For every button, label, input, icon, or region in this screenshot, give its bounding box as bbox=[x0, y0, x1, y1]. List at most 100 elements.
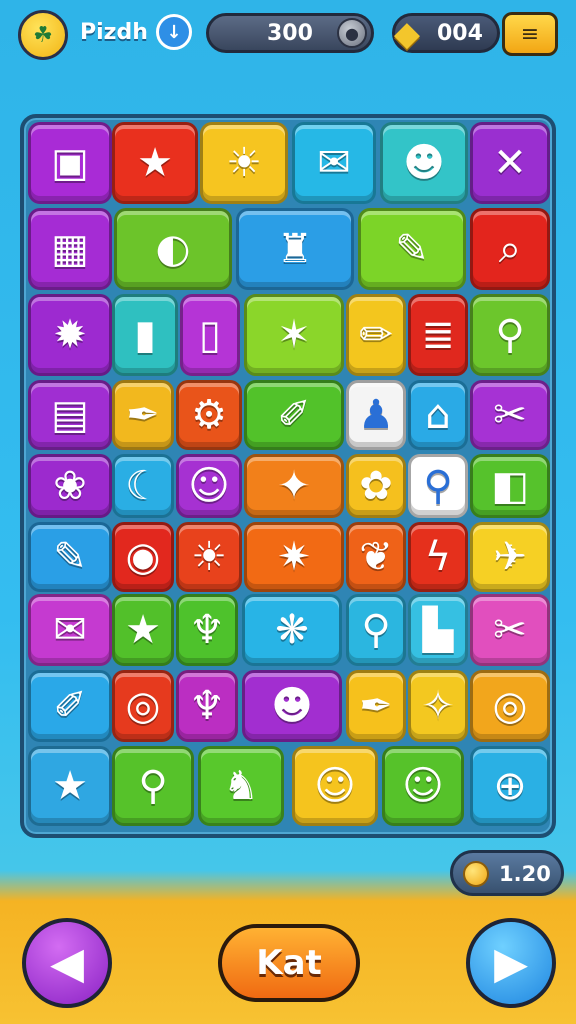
tile-r2c5[interactable]: ⌕ bbox=[470, 208, 550, 290]
tile-r1c2[interactable]: ★ bbox=[112, 122, 198, 204]
top-bar: ☘ Pizdh ↓ 300 ● ◆ 004 ≡ bbox=[0, 0, 576, 72]
tile-icon: ✧ bbox=[421, 683, 455, 729]
tile-r9c5[interactable]: ☺ bbox=[382, 746, 464, 826]
tile-r5c2[interactable]: ☾ bbox=[112, 454, 174, 518]
tile-r2c2[interactable]: ◐ bbox=[114, 208, 232, 290]
tile-icon: ✉ bbox=[317, 140, 351, 186]
tile-r6c2[interactable]: ◉ bbox=[112, 522, 174, 592]
tile-r6c1[interactable]: ✎ bbox=[28, 522, 112, 592]
tile-r2c4[interactable]: ✎ bbox=[358, 208, 466, 290]
tile-r6c4[interactable]: ✷ bbox=[244, 522, 344, 592]
tile-r9c2[interactable]: ⚲ bbox=[112, 746, 194, 826]
next-button[interactable]: ▶ bbox=[466, 918, 556, 1008]
tile-r8c5[interactable]: ✒ bbox=[346, 670, 406, 742]
tile-r3c1[interactable]: ✹ bbox=[28, 294, 112, 376]
tile-r1c5[interactable]: ☻ bbox=[380, 122, 468, 204]
tile-r7c6[interactable]: ▙ bbox=[408, 594, 468, 666]
tile-r3c6[interactable]: ≣ bbox=[408, 294, 468, 376]
tile-icon: ◐ bbox=[155, 226, 191, 272]
previous-button[interactable]: ◀ bbox=[22, 918, 112, 1008]
tile-icon: ✹ bbox=[53, 312, 87, 358]
tile-icon: ✂ bbox=[493, 392, 527, 438]
tile-icon: ≣ bbox=[421, 312, 455, 358]
tile-r4c7[interactable]: ✂ bbox=[470, 380, 550, 450]
tile-r7c7[interactable]: ✂ bbox=[470, 594, 550, 666]
tile-icon: ◎ bbox=[125, 683, 161, 729]
tile-icon: ⚙ bbox=[191, 392, 227, 438]
tile-r3c7[interactable]: ⚲ bbox=[470, 294, 550, 376]
tile-r4c6[interactable]: ⌂ bbox=[408, 380, 468, 450]
tile-r8c6[interactable]: ✧ bbox=[408, 670, 468, 742]
tile-icon: ⌂ bbox=[425, 392, 451, 438]
tile-r1c3[interactable]: ☀ bbox=[200, 122, 288, 204]
tile-r2c1[interactable]: ▦ bbox=[28, 208, 112, 290]
tile-icon: ☾ bbox=[125, 463, 161, 509]
tile-r1c6[interactable]: ✕ bbox=[470, 122, 550, 204]
tile-r1c1[interactable]: ▣ bbox=[28, 122, 112, 204]
tile-r8c2[interactable]: ◎ bbox=[112, 670, 174, 742]
tile-r7c5[interactable]: ⚲ bbox=[346, 594, 406, 666]
tile-icon: ✷ bbox=[277, 534, 311, 580]
tile-icon: ★ bbox=[125, 607, 161, 653]
tile-r6c5[interactable]: ❦ bbox=[346, 522, 406, 592]
tile-icon: ♜ bbox=[277, 226, 313, 272]
tile-r8c4[interactable]: ☻ bbox=[242, 670, 342, 742]
tile-r6c7[interactable]: ✈ bbox=[470, 522, 550, 592]
tile-r3c3[interactable]: ▯ bbox=[180, 294, 240, 376]
tile-r5c1[interactable]: ❀ bbox=[28, 454, 112, 518]
score-counter: 300 ● bbox=[206, 13, 374, 53]
tile-r7c1[interactable]: ✉ bbox=[28, 594, 112, 666]
tile-icon: ✒ bbox=[126, 392, 160, 438]
tile-r4c1[interactable]: ▤ bbox=[28, 380, 112, 450]
coin-icon bbox=[463, 861, 489, 887]
tile-icon: ♆ bbox=[189, 683, 225, 729]
tile-r4c5[interactable]: ♟ bbox=[346, 380, 406, 450]
tile-r9c4[interactable]: ☺ bbox=[292, 746, 378, 826]
menu-button[interactable]: ≡ bbox=[502, 12, 558, 56]
tile-r8c3[interactable]: ♆ bbox=[176, 670, 238, 742]
tile-icon: ☀ bbox=[191, 534, 227, 580]
tile-icon: ★ bbox=[52, 763, 88, 809]
tile-icon: ☀ bbox=[226, 140, 262, 186]
tile-r3c5[interactable]: ✏ bbox=[346, 294, 406, 376]
tile-r7c2[interactable]: ★ bbox=[112, 594, 174, 666]
tile-icon: ♟ bbox=[358, 392, 394, 438]
tile-icon: ◧ bbox=[491, 463, 529, 509]
tile-icon: ⚲ bbox=[495, 312, 525, 358]
tile-r9c3[interactable]: ♞ bbox=[198, 746, 284, 826]
tile-r7c4[interactable]: ❋ bbox=[242, 594, 342, 666]
tile-r7c3[interactable]: ♆ bbox=[176, 594, 238, 666]
tile-r6c3[interactable]: ☀ bbox=[176, 522, 242, 592]
tile-r5c6[interactable]: ⚲ bbox=[408, 454, 468, 518]
gear-icon[interactable]: ● bbox=[337, 18, 367, 48]
tile-icon: ☻ bbox=[403, 140, 445, 186]
tile-r4c3[interactable]: ⚙ bbox=[176, 380, 242, 450]
tile-r4c4[interactable]: ✐ bbox=[244, 380, 344, 450]
tile-r5c4[interactable]: ✦ bbox=[244, 454, 344, 518]
tile-icon: ☻ bbox=[271, 683, 313, 729]
tile-icon: ❦ bbox=[359, 534, 393, 580]
score-value: 300 bbox=[267, 21, 313, 46]
tile-r1c4[interactable]: ✉ bbox=[292, 122, 376, 204]
tile-r9c6[interactable]: ⊕ bbox=[470, 746, 550, 826]
tile-r6c6[interactable]: ϟ bbox=[408, 522, 468, 592]
tile-icon: ϟ bbox=[424, 534, 452, 580]
tile-r9c1[interactable]: ★ bbox=[28, 746, 112, 826]
tile-icon: ♞ bbox=[223, 763, 259, 809]
tile-r8c7[interactable]: ◎ bbox=[470, 670, 550, 742]
tile-icon: ❋ bbox=[275, 607, 309, 653]
tile-r8c1[interactable]: ✐ bbox=[28, 670, 112, 742]
download-button[interactable]: ↓ bbox=[156, 14, 192, 50]
tile-icon: ✎ bbox=[395, 226, 429, 272]
tile-r2c3[interactable]: ♜ bbox=[236, 208, 354, 290]
tile-r5c3[interactable]: ☺ bbox=[176, 454, 242, 518]
tile-r5c7[interactable]: ◧ bbox=[470, 454, 550, 518]
center-action-button[interactable]: Kat bbox=[218, 924, 360, 1002]
tile-r4c2[interactable]: ✒ bbox=[112, 380, 174, 450]
tile-r5c5[interactable]: ✿ bbox=[346, 454, 406, 518]
tile-r3c4[interactable]: ✶ bbox=[244, 294, 344, 376]
tile-r3c2[interactable]: ▮ bbox=[112, 294, 178, 376]
tile-icon: ❀ bbox=[53, 463, 87, 509]
player-avatar-icon[interactable]: ☘ bbox=[18, 10, 68, 60]
tile-icon: ✦ bbox=[277, 463, 311, 509]
